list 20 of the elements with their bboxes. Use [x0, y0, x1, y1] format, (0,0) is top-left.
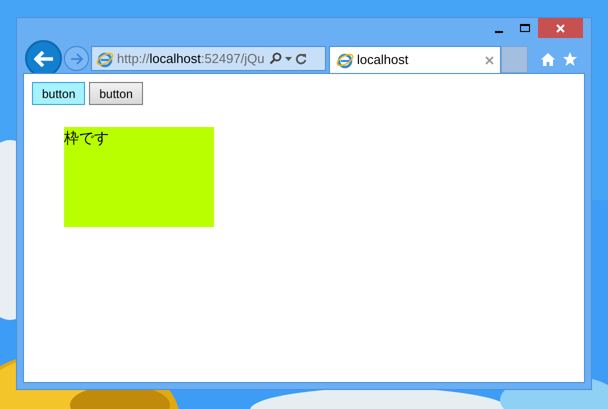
frame-text: 枠です: [64, 129, 109, 147]
minimize-icon: [495, 31, 503, 33]
home-icon: [540, 52, 556, 67]
url-text: http://localhost:52497/jQu: [117, 50, 264, 68]
star-icon: [562, 51, 578, 67]
maximize-icon: [520, 24, 530, 32]
close-icon: [556, 24, 565, 32]
back-arrow-icon: [34, 50, 54, 66]
dropdown-arrow-icon: [285, 56, 292, 60]
browser-logo-icon: [336, 51, 354, 69]
page-button[interactable]: button: [89, 82, 143, 105]
address-bar[interactable]: http://localhost:52497/jQu: [91, 46, 326, 71]
tab-title: localhost: [357, 51, 410, 70]
refresh-icon: [295, 52, 308, 64]
close-button[interactable]: [538, 18, 583, 38]
forward-arrow-icon: [70, 52, 84, 64]
search-icon: [269, 52, 282, 65]
page-button[interactable]: button: [32, 82, 86, 105]
close-tab-icon: [485, 56, 494, 64]
browser-tab[interactable]: localhost: [329, 46, 501, 73]
